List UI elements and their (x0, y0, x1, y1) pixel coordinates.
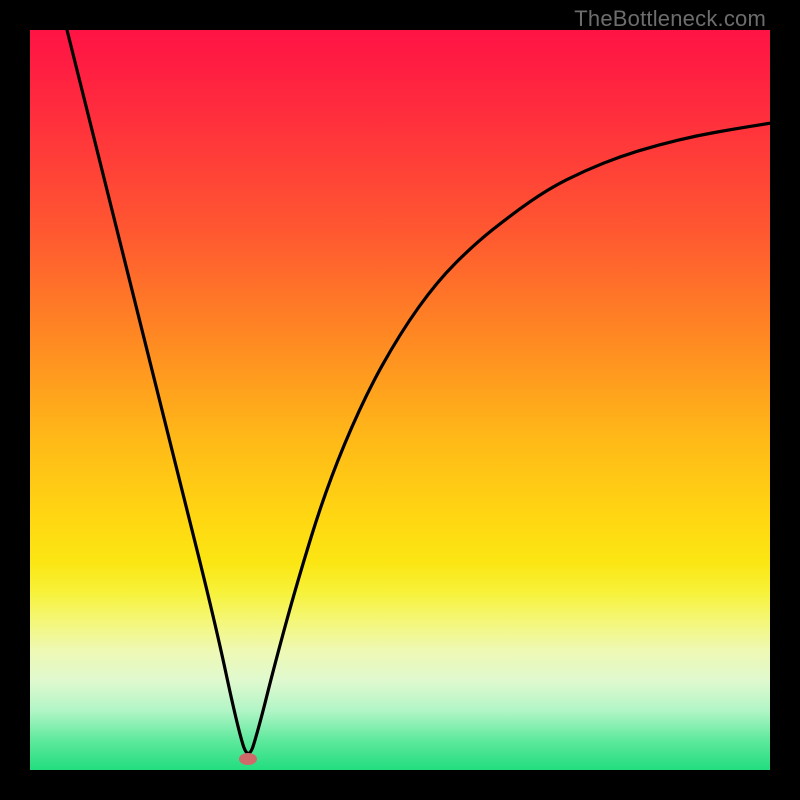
chart-curve (30, 30, 770, 770)
chart-frame: TheBottleneck.com (0, 0, 800, 800)
curve-path (67, 30, 770, 753)
plot-area (30, 30, 770, 770)
vertex-marker (239, 753, 257, 765)
watermark-text: TheBottleneck.com (574, 6, 766, 32)
